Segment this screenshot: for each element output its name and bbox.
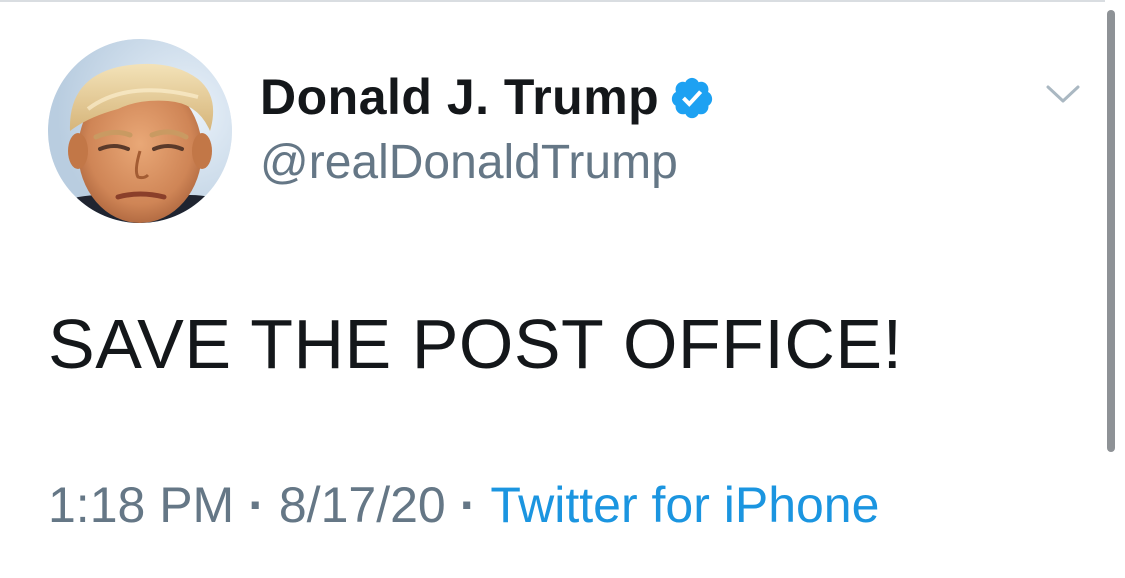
display-name[interactable]: Donald J. Trump: [260, 68, 659, 126]
tweet-text: SAVE THE POST OFFICE!: [48, 305, 903, 383]
meta-separator: ·: [248, 477, 265, 533]
avatar[interactable]: [48, 39, 232, 223]
tweet-date[interactable]: 8/17/20: [279, 475, 446, 535]
author-handle[interactable]: @realDonaldTrump: [260, 134, 678, 192]
scrollbar-thumb[interactable]: [1107, 10, 1115, 452]
tweet-detail: Donald J. Trump @realDonaldTrump SAVE TH…: [0, 0, 1105, 578]
tweet-source-link[interactable]: Twitter for iPhone: [490, 475, 879, 535]
verified-badge-icon: [672, 77, 713, 119]
meta-separator: ·: [459, 477, 477, 533]
author-name-row[interactable]: Donald J. Trump: [260, 68, 715, 126]
tweet-time[interactable]: 1:18 PM: [48, 475, 234, 535]
avatar-photo: [48, 39, 232, 223]
tweet-metadata: 1:18 PM · 8/17/20 · Twitter for iPhone: [48, 475, 879, 535]
chevron-down-icon[interactable]: [1044, 79, 1082, 109]
